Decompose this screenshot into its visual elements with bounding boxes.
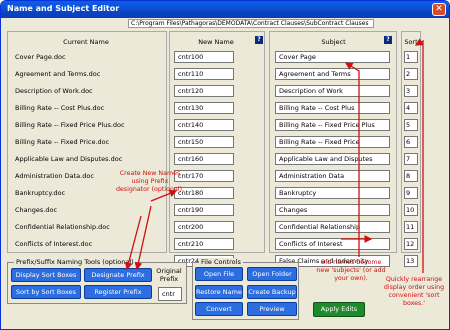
annotation-arrows — [124, 38, 424, 273]
editor-window: Name and Subject Editor ✕ C:\Program Fil… — [0, 0, 450, 330]
